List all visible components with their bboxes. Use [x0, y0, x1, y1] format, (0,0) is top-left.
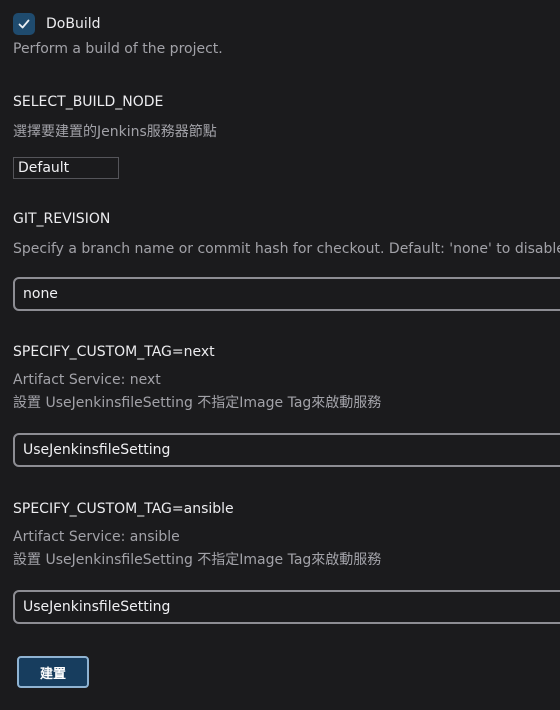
- param-custom-tag-ansible: SPECIFY_CUSTOM_TAG=ansible Artifact Serv…: [13, 501, 381, 572]
- build-node-select[interactable]: Default: [13, 157, 119, 179]
- param-custom-tag-next: SPECIFY_CUSTOM_TAG=next Artifact Service…: [13, 344, 381, 415]
- param-description: Specify a branch name or commit hash for…: [13, 241, 560, 257]
- custom-tag-next-input[interactable]: [13, 433, 560, 467]
- param-description-line: 設置 UseJenkinsfileSetting 不指定Image Tag來啟動…: [13, 395, 382, 411]
- dobuild-label[interactable]: DoBuild: [46, 16, 101, 32]
- build-with-parameters-form: DoBuild Perform a build of the project. …: [0, 0, 560, 710]
- param-description-line: 設置 UseJenkinsfileSetting 不指定Image Tag來啟動…: [13, 552, 382, 568]
- param-description-line: Artifact Service: ansible: [13, 529, 180, 545]
- param-select-build-node: SELECT_BUILD_NODE 選擇要建置的Jenkins服務器節點: [13, 94, 217, 144]
- param-name: SELECT_BUILD_NODE: [13, 94, 164, 110]
- param-git-revision: GIT_REVISION Specify a branch name or co…: [13, 211, 560, 261]
- param-description-line: Artifact Service: next: [13, 372, 161, 388]
- dobuild-checkbox[interactable]: [13, 13, 35, 35]
- param-name: SPECIFY_CUSTOM_TAG=ansible: [13, 501, 234, 517]
- checkmark-icon: [18, 19, 30, 29]
- dobuild-description: Perform a build of the project.: [13, 41, 223, 57]
- build-button[interactable]: 建置: [17, 656, 89, 688]
- custom-tag-ansible-input[interactable]: [13, 590, 560, 624]
- param-description: 選擇要建置的Jenkins服務器節點: [13, 124, 217, 140]
- param-name: GIT_REVISION: [13, 211, 111, 227]
- param-name: SPECIFY_CUSTOM_TAG=next: [13, 344, 215, 360]
- git-revision-input[interactable]: [13, 277, 560, 311]
